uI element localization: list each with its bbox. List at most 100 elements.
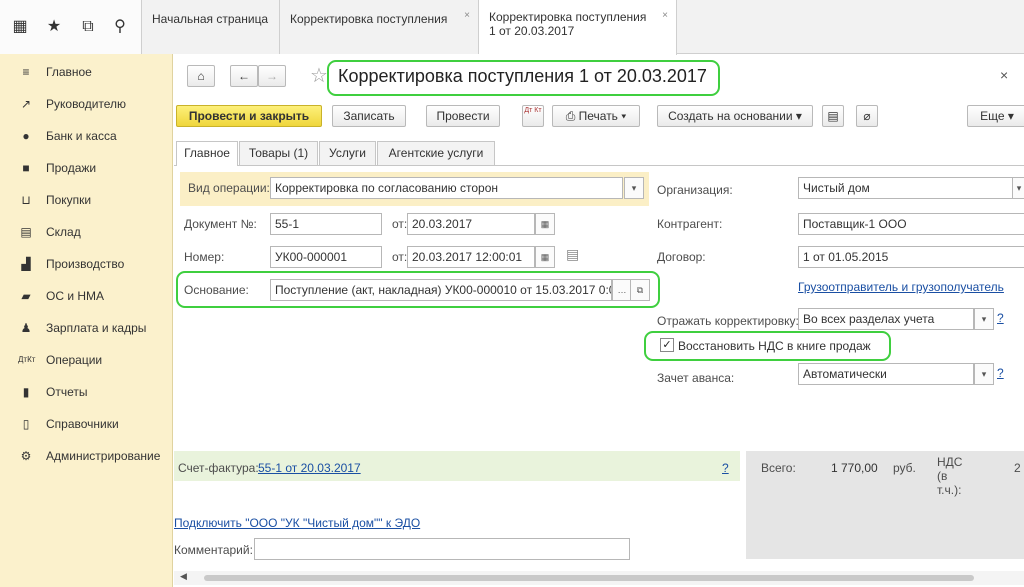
chevron-down-icon[interactable]: ▾: [624, 177, 644, 199]
shipper-consignee-link[interactable]: Грузоотправитель и грузополучатель: [798, 280, 1004, 294]
organization-field[interactable]: Чистый дом: [798, 177, 1014, 199]
warehouse-icon: ▤: [20, 225, 32, 239]
more-button[interactable]: Еще ▾: [967, 105, 1024, 127]
printer-icon: ⎙: [565, 109, 579, 123]
note-icon[interactable]: ▤: [566, 246, 579, 263]
sidebar: ≡ Главное ↗ Руководителю ● Банк и касса ■ Пр…: [0, 54, 173, 587]
operation-type-field[interactable]: Корректировка по согласованию сторон: [270, 177, 623, 199]
organization-label: Организация:: [657, 183, 733, 197]
chevron-down-icon[interactable]: ▾: [974, 363, 994, 385]
sidebar-item-purchases[interactable]: ⊔ Покупки: [0, 192, 173, 224]
help-link[interactable]: ?: [997, 366, 1004, 380]
apps-grid-icon[interactable]: ▦: [10, 17, 30, 37]
sidebar-item-catalogs[interactable]: ▯ Справочники: [0, 416, 173, 448]
calendar-icon[interactable]: ▦: [535, 213, 555, 235]
counterparty-label: Контрагент:: [657, 217, 723, 231]
sidebar-item-label: Зарплата и кадры: [46, 321, 147, 335]
reflect-correction-field[interactable]: Во всех разделах учета: [798, 308, 974, 330]
number-date-label: от:: [392, 250, 408, 264]
post-button[interactable]: Провести: [426, 105, 500, 127]
edo-connect-link[interactable]: Подключить "ООО "УК "Чистый дом"" к ЭДО: [174, 516, 420, 530]
number-date-field[interactable]: 20.03.2017 12:00:01: [407, 246, 535, 268]
cart-icon: ⊔: [21, 193, 31, 207]
invoice-link[interactable]: 55-1 от 20.03.2017: [258, 461, 361, 475]
tab-correction-label: Корректировка поступления: [290, 12, 448, 26]
favorite-star-icon[interactable]: ☆: [310, 63, 328, 88]
help-link[interactable]: ?: [722, 461, 729, 475]
sidebar-item-reports[interactable]: ▮ Отчеты: [0, 384, 173, 416]
sidebar-item-label: Отчеты: [46, 385, 88, 399]
comment-label: Комментарий:: [174, 543, 253, 557]
create-based-button[interactable]: Создать на основании ▾: [657, 105, 813, 127]
search-icon[interactable]: ⚲: [110, 17, 130, 37]
number-field[interactable]: УК00-000001: [270, 246, 382, 268]
counterparty-field[interactable]: Поставщик-1 ООО: [798, 213, 1024, 235]
sidebar-item-sales[interactable]: ■ Продажи: [0, 160, 173, 192]
save-button[interactable]: Записать: [332, 105, 406, 127]
sidebar-item-label: Склад: [46, 225, 81, 239]
close-form-icon[interactable]: ×: [1000, 67, 1008, 83]
tab-agent-services[interactable]: Агентские услуги: [377, 141, 495, 165]
attach-button[interactable]: ⌀: [856, 105, 878, 127]
post-and-close-button[interactable]: Провести и закрыть: [176, 105, 322, 127]
bar-chart-icon: ▮: [22, 385, 30, 399]
dt-kt-button[interactable]: Дт Кт: [522, 105, 544, 127]
toolbar-icons: ▦ ★ ⧉ ⚲: [0, 0, 142, 54]
chevron-down-icon: ▾: [792, 109, 802, 123]
home-button[interactable]: ⌂: [187, 65, 215, 87]
doc-number-field[interactable]: 55-1: [270, 213, 382, 235]
title-highlight: [327, 60, 720, 96]
help-link[interactable]: ?: [997, 311, 1004, 325]
sidebar-item-assets[interactable]: ▰ ОС и НМА: [0, 288, 173, 320]
document-form: ⌂ ← → ☆ Корректировка поступления 1 от 2…: [174, 55, 1024, 587]
back-button[interactable]: ←: [230, 65, 258, 87]
sidebar-item-warehouse[interactable]: ▤ Склад: [0, 224, 173, 256]
basis-highlight: [176, 271, 660, 308]
close-icon[interactable]: ×: [662, 10, 668, 21]
star-icon[interactable]: ★: [44, 17, 64, 37]
sidebar-item-label: Главное: [46, 65, 92, 79]
tab-correction-active[interactable]: Корректировка поступления 1 от 20.03.201…: [479, 0, 677, 55]
print-button[interactable]: ⎙ Печать ▾: [552, 105, 640, 127]
person-icon: ♟: [20, 321, 32, 335]
scrollbar-thumb[interactable]: [204, 575, 974, 581]
total-label: Всего:: [761, 461, 796, 475]
history-icon[interactable]: ⧉: [78, 17, 98, 37]
tab-active-line2: 1 от 20.03.2017: [489, 24, 575, 38]
more-label: Еще: [980, 109, 1005, 123]
vat-label-line3: т.ч.):: [937, 483, 962, 497]
tab-main[interactable]: Главное: [176, 141, 238, 166]
doc-date-field[interactable]: 20.03.2017: [407, 213, 535, 235]
advance-field[interactable]: Автоматически: [798, 363, 974, 385]
tab-services[interactable]: Услуги: [319, 141, 376, 165]
sidebar-item-production[interactable]: ▟ Производство: [0, 256, 173, 288]
chevron-down-icon: ▾: [617, 109, 627, 123]
top-bar: ▦ ★ ⧉ ⚲ Начальная страница Корректировка…: [0, 0, 1024, 55]
tab-active-line1: Корректировка поступления: [489, 10, 647, 24]
sidebar-item-label: Покупки: [46, 193, 92, 207]
comment-field[interactable]: [254, 538, 630, 560]
forward-button[interactable]: →: [258, 65, 286, 87]
horizontal-scrollbar[interactable]: ◀: [174, 571, 1024, 585]
scroll-left-icon[interactable]: ◀: [180, 571, 187, 582]
calendar-icon[interactable]: ▦: [535, 246, 555, 268]
tab-correction[interactable]: Корректировка поступления ×: [280, 0, 479, 54]
sidebar-item-admin[interactable]: ⚙ Администрирование: [0, 448, 173, 480]
sidebar-item-bank[interactable]: ● Банк и касса: [0, 128, 173, 160]
menu-icon: ≡: [22, 65, 30, 79]
sidebar-item-main[interactable]: ≡ Главное: [0, 64, 173, 96]
chevron-down-icon[interactable]: ▾: [974, 308, 994, 330]
vat-value: 2: [1014, 461, 1021, 475]
sidebar-item-salary[interactable]: ♟ Зарплата и кадры: [0, 320, 173, 352]
sidebar-item-manager[interactable]: ↗ Руководителю: [0, 96, 173, 128]
report-button[interactable]: ▤: [822, 105, 844, 127]
sidebar-item-operations[interactable]: ДтКт Операции: [0, 352, 173, 384]
reflect-correction-label: Отражать корректировку:: [657, 314, 799, 328]
contract-field[interactable]: 1 от 01.05.2015: [798, 246, 1024, 268]
doc-date-label: от:: [392, 217, 408, 231]
tab-home[interactable]: Начальная страница: [142, 0, 280, 54]
tab-goods[interactable]: Товары (1): [239, 141, 318, 165]
chevron-down-icon[interactable]: ▾: [1012, 177, 1024, 199]
close-icon[interactable]: ×: [464, 10, 470, 21]
tab-home-label: Начальная страница: [152, 12, 269, 26]
